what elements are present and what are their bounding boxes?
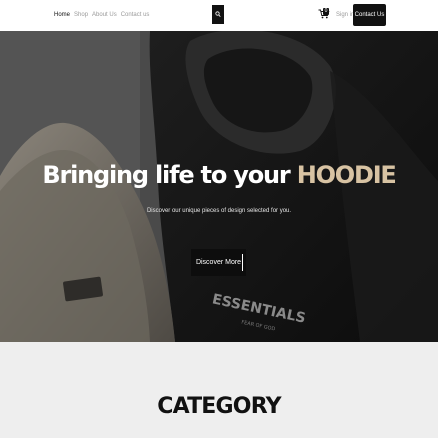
- search-button[interactable]: [212, 5, 224, 24]
- nav-shop-link[interactable]: Shop: [74, 11, 88, 19]
- search-icon: [215, 11, 221, 18]
- discover-more-button[interactable]: Discover More: [191, 249, 246, 276]
- category-heading: CATEGORY: [157, 394, 281, 419]
- main-nav: Home Shop About Us Contact us: [54, 11, 149, 19]
- nav-home-link[interactable]: Home: [54, 11, 70, 19]
- category-section: CATEGORY: [0, 342, 438, 438]
- top-navbar: Home Shop About Us Contact us 0 Sign in …: [0, 0, 438, 31]
- nav-about-link[interactable]: About Us: [92, 11, 117, 19]
- cart-count-badge: 0: [323, 8, 329, 15]
- nav-contact-link[interactable]: Contact us: [121, 11, 150, 19]
- contact-us-button[interactable]: Contact Us: [353, 4, 386, 26]
- hero-title-accent: HOODIE: [296, 161, 397, 189]
- hero-banner: ESSENTIALS FEAR OF GOD Bringing life to …: [0, 31, 438, 342]
- hero-title-main: Bringing life to your: [42, 161, 297, 189]
- sign-in-link[interactable]: Sign in: [336, 11, 354, 19]
- hero-title: Bringing life to your HOODIE: [0, 161, 438, 189]
- hero-subtitle: Discover our unique pieces of design sel…: [146, 208, 292, 214]
